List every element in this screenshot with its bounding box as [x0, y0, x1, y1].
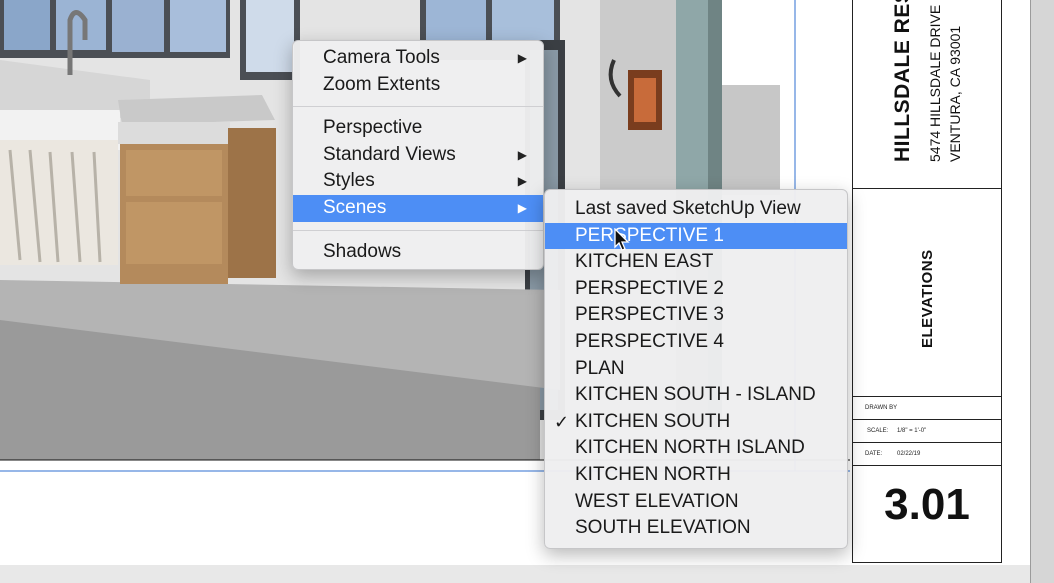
scale-row: SCALE: 1/8" = 1'-0" [853, 420, 1001, 443]
menu-item-scenes[interactable]: Scenes ▶ [293, 194, 543, 222]
scene-item-perspective-2[interactable]: PERSPECTIVE 2 [545, 276, 847, 303]
scene-item-south-elevation[interactable]: SOUTH ELEVATION [545, 515, 847, 542]
checkmark-icon: ✓ [554, 411, 570, 432]
address-line-2: VENTURA, CA 93001 [947, 25, 963, 162]
context-menu: Camera Tools ▶ Zoom Extents Perspective … [292, 40, 544, 271]
scene-item-kitchen-south-island[interactable]: KITCHEN SOUTH - ISLAND [545, 382, 847, 409]
submenu-arrow-icon: ▶ [517, 174, 527, 189]
sheet-title-section: ELEVATIONS [853, 188, 1001, 397]
menu-item-styles[interactable]: Styles ▶ [293, 168, 543, 195]
menu-separator [293, 229, 543, 231]
menu-item-camera-tools[interactable]: Camera Tools ▶ [293, 45, 543, 72]
submenu-arrow-icon: ▶ [517, 147, 527, 162]
scene-item-kitchen-north[interactable]: KITCHEN NORTH [545, 462, 847, 489]
sheet-title: ELEVATIONS [919, 249, 936, 348]
submenu-arrow-icon: ▶ [517, 200, 527, 215]
address-line-1: 5474 HILLSDALE DRIVE [927, 4, 943, 162]
drawn-by-label: DRAWN BY [865, 405, 898, 411]
scale-label: SCALE: [867, 428, 889, 434]
menu-separator [293, 106, 543, 108]
scenes-submenu: Last saved SketchUp View PERSPECTIVE 1 K… [544, 189, 848, 549]
scene-item-plan[interactable]: PLAN [545, 356, 847, 383]
scene-item-kitchen-east[interactable]: KITCHEN EAST [545, 249, 847, 276]
title-block: HILLSDALE RES 5474 HILLSDALE DRIVE VENTU… [852, 0, 1002, 563]
scene-item-perspective-3[interactable]: PERSPECTIVE 3 [545, 302, 847, 329]
scale-value: 1/8" = 1'-0" [897, 428, 927, 434]
mouse-cursor-icon [614, 228, 630, 251]
menu-item-shadows[interactable]: Shadows [293, 239, 543, 266]
scene-item-west-elevation[interactable]: WEST ELEVATION [545, 489, 847, 516]
date-label: DATE: [865, 451, 883, 457]
scene-item-last-saved[interactable]: Last saved SketchUp View [545, 196, 847, 223]
scene-item-kitchen-north-island[interactable]: KITCHEN NORTH ISLAND [545, 435, 847, 462]
date-row: DATE: 02/22/19 [853, 443, 1001, 466]
menu-item-standard-views[interactable]: Standard Views ▶ [293, 142, 543, 169]
sheet-number: 3.01 [884, 480, 970, 529]
scene-item-perspective-1[interactable]: PERSPECTIVE 1 [545, 222, 847, 250]
project-name: HILLSDALE RES [891, 0, 914, 162]
menu-item-zoom-extents[interactable]: Zoom Extents [293, 72, 543, 99]
drawn-by-row: DRAWN BY [853, 397, 1001, 420]
project-info: HILLSDALE RES 5474 HILLSDALE DRIVE VENTU… [853, 0, 1001, 189]
submenu-arrow-icon: ▶ [517, 51, 527, 65]
menu-item-perspective[interactable]: Perspective [293, 115, 543, 142]
date-value: 02/22/19 [897, 451, 921, 457]
scene-item-perspective-4[interactable]: PERSPECTIVE 4 [545, 329, 847, 356]
scene-item-kitchen-south[interactable]: ✓ KITCHEN SOUTH [545, 409, 847, 436]
